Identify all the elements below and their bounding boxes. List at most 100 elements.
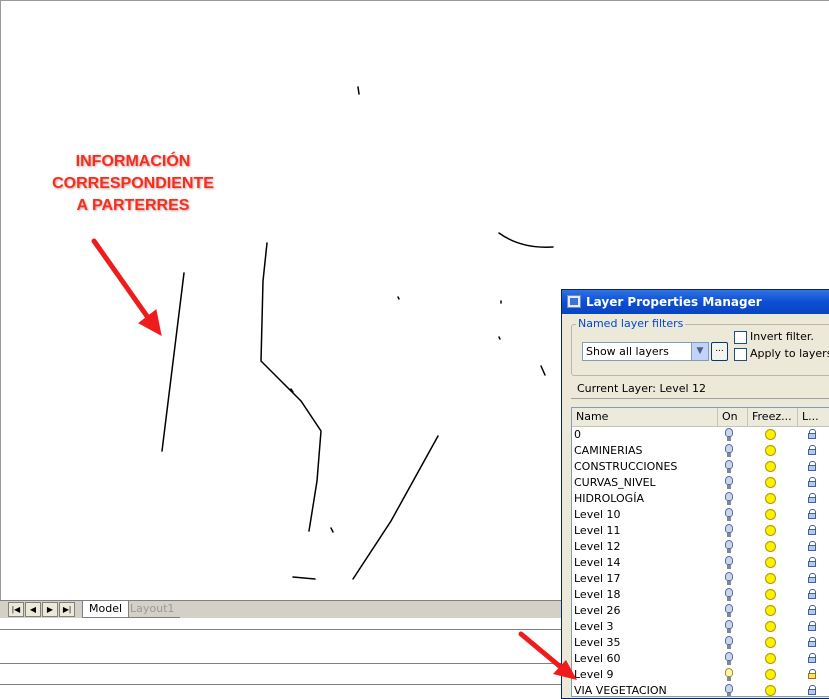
sun-icon[interactable] (765, 669, 776, 680)
layer-name: Level 26 (574, 604, 621, 617)
annotation-arrow (91, 238, 162, 336)
layer-row[interactable]: Level 17 (572, 571, 829, 587)
layer-row[interactable]: CONSTRUCCIONES (572, 459, 829, 475)
apply-to-layers-checkbox[interactable] (734, 348, 747, 361)
sun-icon[interactable] (765, 525, 776, 536)
lightbulb-icon[interactable] (725, 524, 733, 537)
drawing-line (292, 576, 316, 580)
layer-row[interactable]: Level 14 (572, 555, 829, 571)
sun-icon[interactable] (765, 589, 776, 600)
layer-row[interactable]: Level 35 (572, 635, 829, 651)
lightbulb-icon[interactable] (725, 460, 733, 473)
divider (571, 398, 829, 399)
drawing-line (540, 365, 546, 376)
first-tab-icon[interactable]: |◀ (8, 602, 24, 617)
drawing-line (161, 272, 185, 452)
lightbulb-icon[interactable] (725, 476, 733, 489)
layer-name: 0 (574, 428, 581, 441)
sun-icon[interactable] (765, 445, 776, 456)
layer-row[interactable]: Level 11 (572, 523, 829, 539)
next-tab-icon[interactable]: ▶ (42, 602, 58, 617)
drawing-line (260, 242, 322, 532)
lightbulb-icon[interactable] (725, 572, 733, 585)
lightbulb-icon[interactable] (725, 604, 733, 617)
lock-icon[interactable] (808, 525, 817, 535)
lock-icon[interactable] (808, 445, 817, 455)
sun-icon[interactable] (765, 461, 776, 472)
lock-icon[interactable] (808, 573, 817, 583)
layer-row[interactable]: Level 26 (572, 603, 829, 619)
layer-row[interactable]: Level 10 (572, 507, 829, 523)
sun-icon[interactable] (765, 477, 776, 488)
invert-filter-label: Invert filter. (750, 330, 814, 343)
lock-icon[interactable] (808, 509, 817, 519)
lock-icon[interactable] (808, 477, 817, 487)
layer-row[interactable]: CAMINERIAS (572, 443, 829, 459)
sun-icon[interactable] (765, 541, 776, 552)
lightbulb-icon[interactable] (725, 492, 733, 505)
prev-tab-icon[interactable]: ◀ (25, 602, 41, 617)
sun-icon[interactable] (765, 621, 776, 632)
lock-icon[interactable] (808, 493, 817, 503)
filter-more-button[interactable]: ... (711, 342, 728, 361)
sun-icon[interactable] (765, 637, 776, 648)
annotation-text: INFORMACIÓN CORRESPONDIENTE A PARTERRES (23, 151, 243, 217)
column-name[interactable]: Name (572, 408, 718, 426)
layer-row[interactable]: Level 12 (572, 539, 829, 555)
chevron-down-icon[interactable]: ▼ (691, 343, 708, 360)
layer-name: HIDROLOGÍA (574, 492, 644, 505)
layer-row[interactable]: Level 18 (572, 587, 829, 603)
sun-icon[interactable] (765, 509, 776, 520)
lock-icon[interactable] (808, 653, 817, 663)
named-filters-group: Named layer filters Show all layers ▼ ..… (571, 317, 829, 376)
layer-row[interactable]: Level 60 (572, 651, 829, 667)
sun-icon[interactable] (765, 493, 776, 504)
lock-icon[interactable] (808, 557, 817, 567)
layer-row[interactable]: VIA VEGETACION (572, 683, 829, 696)
lock-icon[interactable] (808, 589, 817, 599)
layer-name: CURVAS_NIVEL (574, 476, 656, 489)
lightbulb-icon[interactable] (725, 508, 733, 521)
column-lock[interactable]: L... (798, 408, 829, 426)
layer-row[interactable]: Level 3 (572, 619, 829, 635)
lock-icon[interactable] (808, 429, 817, 439)
lock-icon[interactable] (808, 637, 817, 647)
layer-list[interactable]: Name On Freez... L... 0 CAMINERIAS CONSTRU… (571, 407, 829, 697)
column-freeze[interactable]: Freez... (748, 408, 798, 426)
lightbulb-icon[interactable] (725, 556, 733, 569)
sun-icon[interactable] (765, 573, 776, 584)
lock-icon[interactable] (808, 605, 817, 615)
lock-icon[interactable] (808, 669, 817, 679)
invert-filter-checkbox[interactable] (734, 331, 747, 344)
lightbulb-icon[interactable] (725, 636, 733, 649)
layer-row[interactable]: HIDROLOGÍA (572, 491, 829, 507)
column-on[interactable]: On (718, 408, 748, 426)
drawing-line (357, 86, 360, 95)
sun-icon[interactable] (765, 653, 776, 664)
lightbulb-icon[interactable] (725, 620, 733, 633)
lightbulb-icon[interactable] (725, 588, 733, 601)
last-tab-icon[interactable]: ▶| (59, 602, 75, 617)
lightbulb-icon[interactable] (725, 652, 733, 665)
lock-icon[interactable] (808, 461, 817, 471)
lock-icon[interactable] (808, 541, 817, 551)
lightbulb-icon[interactable] (725, 668, 733, 681)
dialog-titlebar[interactable]: Layer Properties Manager (562, 290, 829, 314)
layer-filter-select[interactable]: Show all layers ▼ (582, 342, 709, 361)
lightbulb-icon[interactable] (725, 428, 733, 441)
sun-icon[interactable] (765, 605, 776, 616)
annotation-line: A PARTERRES (76, 197, 190, 214)
lightbulb-icon[interactable] (725, 540, 733, 553)
tab-layout1[interactable]: Layout1 (124, 601, 181, 618)
sun-icon[interactable] (765, 557, 776, 568)
lightbulb-icon[interactable] (725, 684, 733, 696)
layer-name: Level 17 (574, 572, 621, 585)
sun-icon[interactable] (765, 429, 776, 440)
lock-icon[interactable] (808, 621, 817, 631)
tab-model[interactable]: Model (82, 601, 130, 618)
layer-row[interactable]: 0 (572, 427, 829, 443)
lightbulb-icon[interactable] (725, 444, 733, 457)
layer-row[interactable]: Level 9 (572, 667, 829, 683)
layer-manager-icon (567, 295, 581, 308)
layer-row[interactable]: CURVAS_NIVEL (572, 475, 829, 491)
